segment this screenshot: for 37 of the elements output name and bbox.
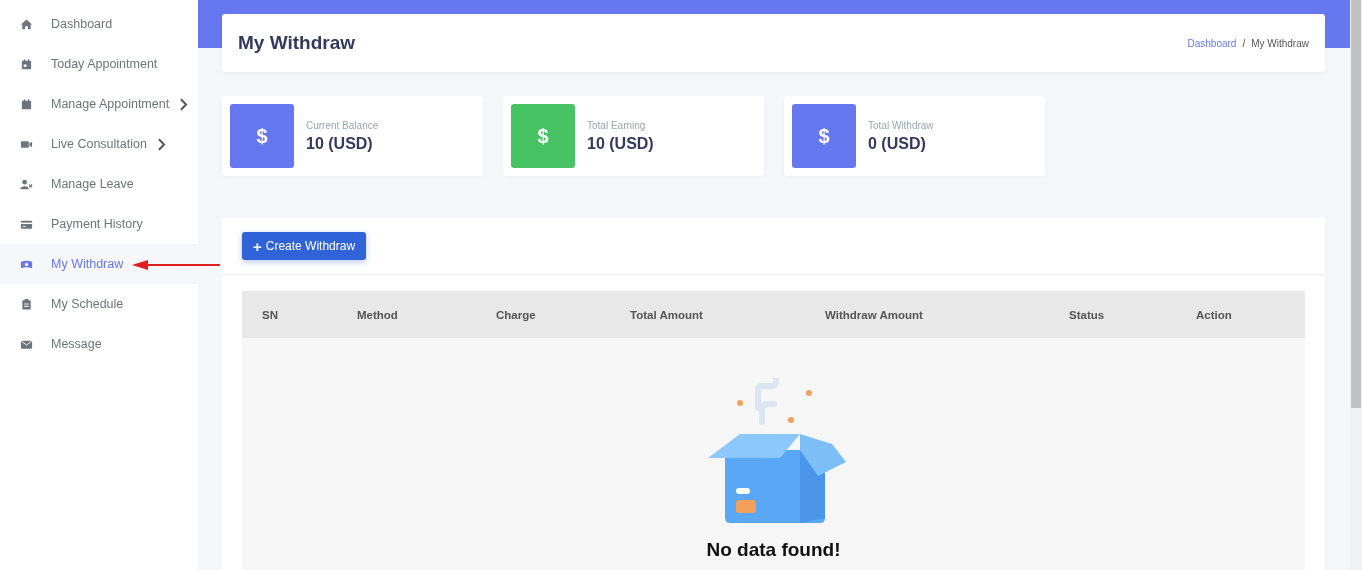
user-remove-icon <box>20 177 33 191</box>
column-header: Total Amount <box>630 308 704 321</box>
column-header: Action <box>1196 308 1233 321</box>
sidebar-item[interactable]: Manage Leave <box>0 164 198 204</box>
column-header: Withdraw Amount <box>825 308 924 321</box>
sidebar-item[interactable]: Payment History <box>0 204 198 244</box>
dollar-icon: $ <box>511 104 575 168</box>
calendar-icon <box>20 97 33 111</box>
calendar-icon <box>20 57 33 71</box>
home-icon <box>20 17 33 31</box>
sidebar-item[interactable]: Manage Appointment <box>0 84 198 124</box>
column-header: Charge <box>496 308 537 321</box>
create-withdraw-button[interactable]: + Create Withdraw <box>242 232 367 260</box>
scrollbar[interactable] <box>1350 0 1362 570</box>
stat-value: 10 (USD) <box>306 134 374 153</box>
clipboard-icon <box>20 297 33 311</box>
empty-message: No data found! <box>706 539 841 561</box>
breadcrumb-separator: / <box>1242 37 1246 49</box>
column-header: SN <box>262 308 279 321</box>
dollar-icon: $ <box>792 104 856 168</box>
dollar-icon: $ <box>230 104 294 168</box>
sidebar-item[interactable]: My Schedule <box>0 284 198 324</box>
sidebar-item[interactable]: Today Appointment <box>0 44 198 84</box>
column-header: Method <box>357 308 399 321</box>
stat-value: 0 (USD) <box>868 134 927 153</box>
sidebar-item[interactable]: Live Consultation <box>0 124 198 164</box>
page-title: My Withdraw <box>238 32 355 54</box>
breadcrumb-current: My Withdraw <box>1251 37 1309 49</box>
stat-value: 10 (USD) <box>587 134 654 153</box>
sidebar-item[interactable]: My Withdraw <box>0 244 198 284</box>
sidebar-item[interactable]: Message <box>0 324 198 364</box>
stat-label: Total Earning <box>587 119 647 131</box>
breadcrumb-link[interactable]: Dashboard <box>1187 37 1237 49</box>
stat-label: Total Withdraw <box>868 119 934 131</box>
sidebar-item[interactable]: Dashboard <box>0 4 198 44</box>
stat-label: Current Balance <box>306 119 379 131</box>
column-header: Status <box>1069 308 1106 321</box>
